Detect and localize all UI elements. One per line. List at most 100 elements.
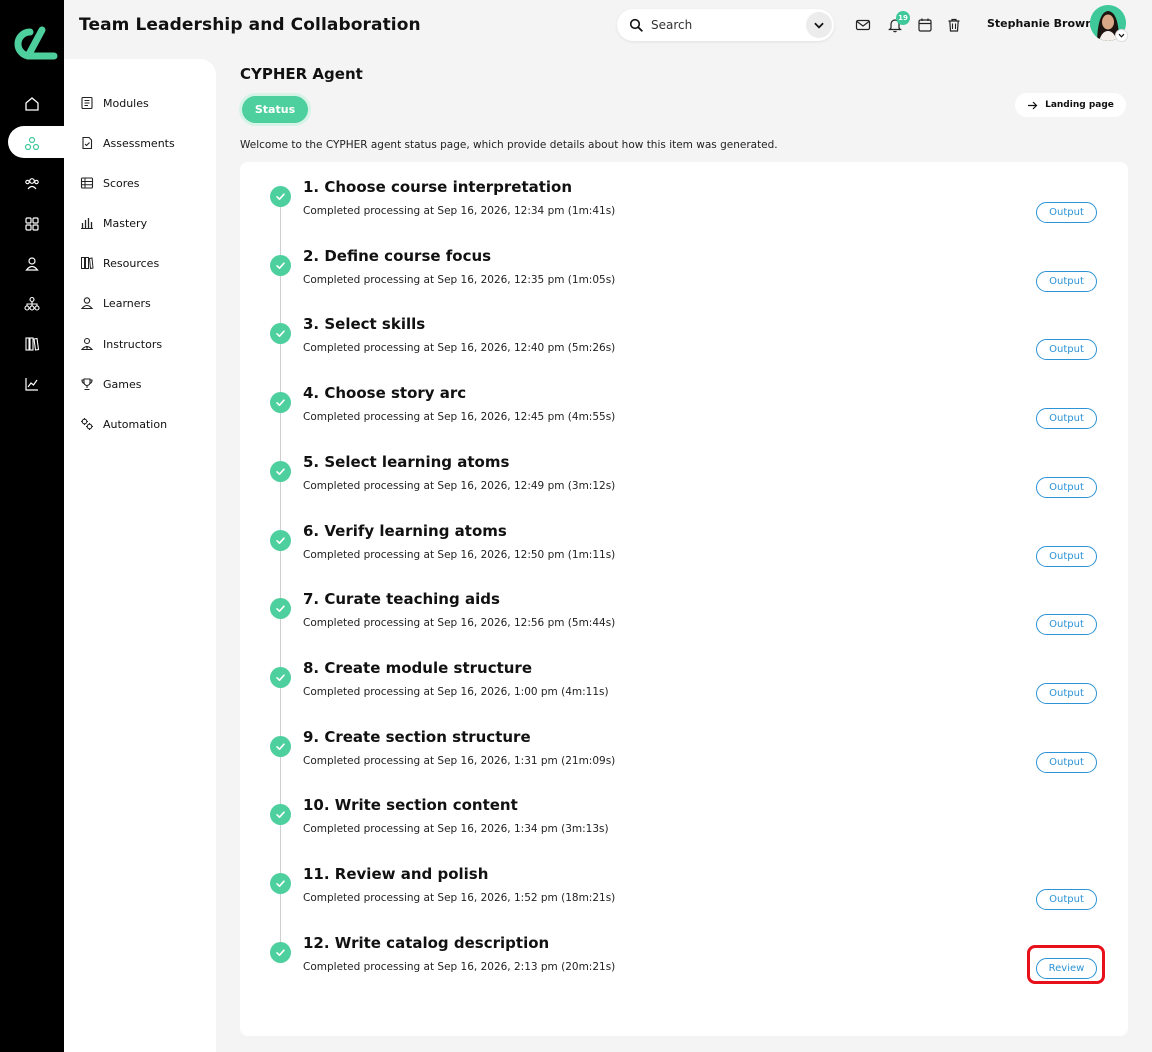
sidebar-item-instructors[interactable]: Instructors <box>80 334 162 354</box>
sidebar-item-modules[interactable]: Modules <box>80 93 149 113</box>
step-item: 8. Create module structure Completed proc… <box>270 659 1110 723</box>
step-item: 9. Create section structure Completed pro… <box>270 728 1110 792</box>
sidebar-item-games[interactable]: Games <box>80 374 141 394</box>
sidebar-item-label: Modules <box>103 96 149 110</box>
output-button[interactable]: Output <box>1036 683 1097 704</box>
sidebar-item-scores[interactable]: Scores <box>80 173 140 193</box>
chevron-down-icon[interactable] <box>1115 29 1128 42</box>
step-detail: Completed processing at Sep 16, 2026, 1:… <box>303 892 616 904</box>
search-input[interactable]: Search <box>617 9 834 41</box>
output-button[interactable]: Output <box>1036 752 1097 773</box>
step-item: 2. Define course focus Completed processi… <box>270 247 1110 311</box>
check-icon <box>270 323 291 344</box>
chevron-down-icon[interactable] <box>806 12 832 38</box>
check-icon <box>270 667 291 688</box>
review-highlight <box>1027 945 1105 984</box>
sidebar-item-mastery[interactable]: Mastery <box>80 213 147 233</box>
sidebar-item-label: Mastery <box>103 216 148 230</box>
person-icon[interactable] <box>0 248 64 280</box>
sidebar-item-label: Resources <box>103 256 160 270</box>
output-button[interactable]: Output <box>1036 546 1097 567</box>
check-icon <box>270 186 291 207</box>
output-button[interactable]: Output <box>1036 271 1097 292</box>
trash-icon[interactable] <box>946 17 962 33</box>
check-icon <box>270 598 291 619</box>
step-title: 2. Define course focus <box>303 247 492 265</box>
sidebar-item-label: Games <box>103 377 142 391</box>
group-icon[interactable] <box>0 168 64 200</box>
check-icon <box>270 255 291 276</box>
step-detail: Completed processing at Sep 16, 2026, 12… <box>303 617 616 629</box>
check-icon <box>270 942 291 963</box>
resources-icon <box>81 257 94 270</box>
network-icon[interactable] <box>0 128 64 160</box>
step-detail: Completed processing at Sep 16, 2026, 12… <box>303 411 616 423</box>
check-icon <box>270 530 291 551</box>
instructors-icon <box>80 337 94 351</box>
step-title: 7. Curate teaching aids <box>303 590 500 608</box>
step-detail: Completed processing at Sep 16, 2026, 2:… <box>303 961 616 973</box>
sidebar-item-automation[interactable]: Automation <box>80 414 167 434</box>
output-button[interactable]: Output <box>1036 408 1097 429</box>
output-button[interactable]: Output <box>1036 202 1097 223</box>
sidebar-item-label: Assessments <box>103 136 175 150</box>
output-button[interactable]: Output <box>1036 889 1097 910</box>
sidebar-item-assessments[interactable]: Assessments <box>80 133 175 153</box>
mastery-icon <box>81 218 93 229</box>
step-title: 12. Write catalog description <box>303 934 550 952</box>
output-button[interactable]: Output <box>1036 477 1097 498</box>
step-detail: Completed processing at Sep 16, 2026, 1:… <box>303 823 609 835</box>
step-detail: Completed processing at Sep 16, 2026, 12… <box>303 480 616 492</box>
step-item: 7. Curate teaching aids Completed process… <box>270 590 1110 654</box>
output-button[interactable]: Output <box>1036 614 1097 635</box>
gears-icon <box>81 418 93 430</box>
step-detail: Completed processing at Sep 16, 2026, 12… <box>303 342 616 354</box>
home-icon[interactable] <box>0 88 64 120</box>
sidebar-item-label: Instructors <box>103 337 163 351</box>
step-detail: Completed processing at Sep 16, 2026, 12… <box>303 205 616 217</box>
step-detail: Completed processing at Sep 16, 2026, 12… <box>303 549 616 561</box>
step-title: 11. Review and polish <box>303 865 489 883</box>
step-item: 1. Choose course interpretation Completed… <box>270 178 1110 242</box>
sidebar-item-resources[interactable]: Resources <box>80 253 159 273</box>
library-icon[interactable] <box>0 328 64 360</box>
sidebar-item-label: Scores <box>103 176 140 190</box>
step-detail: Completed processing at Sep 16, 2026, 1:… <box>303 755 616 767</box>
page-title: CYPHER Agent <box>240 65 363 83</box>
step-title: 4. Choose story arc <box>303 384 467 402</box>
output-button[interactable]: Output <box>1036 339 1097 360</box>
step-title: 3. Select skills <box>303 315 426 333</box>
notification-badge: 19 <box>896 11 910 25</box>
search-icon <box>629 18 643 32</box>
check-icon <box>270 736 291 757</box>
step-item: 10. Write section content Completed proce… <box>270 796 1110 860</box>
sidebar-item-label: Automation <box>103 417 168 431</box>
step-title: 1. Choose course interpretation <box>303 178 573 196</box>
trophy-icon <box>81 378 93 391</box>
check-icon <box>270 873 291 894</box>
app-logo[interactable] <box>8 24 58 64</box>
mail-icon[interactable] <box>855 17 871 33</box>
step-item: 5. Select learning atoms Completed proces… <box>270 453 1110 517</box>
step-item: 11. Review and polish Completed processin… <box>270 865 1110 929</box>
app-title: Team Leadership and Collaboration <box>79 15 421 35</box>
hierarchy-icon[interactable] <box>0 288 64 320</box>
assessments-icon <box>82 136 93 150</box>
step-detail: Completed processing at Sep 16, 2026, 12… <box>303 274 616 286</box>
step-detail: Completed processing at Sep 16, 2026, 1:… <box>303 686 609 698</box>
sidebar-item-label: Learners <box>103 296 151 310</box>
chart-icon[interactable] <box>0 368 64 400</box>
step-title: 10. Write section content <box>303 796 518 814</box>
arrow-right-icon <box>1028 101 1038 109</box>
sidebar-item-learners[interactable]: Learners <box>80 293 151 313</box>
landing-page-button[interactable]: Landing page <box>1015 93 1126 117</box>
check-icon <box>270 461 291 482</box>
calendar-icon[interactable] <box>917 17 933 33</box>
scores-icon <box>80 177 94 189</box>
step-title: 5. Select learning atoms <box>303 453 510 471</box>
step-item: 3. Select skills Completed processing at … <box>270 315 1110 379</box>
sidebar: Modules Assessments Scores Mastery Resou… <box>64 59 216 1052</box>
tab-status[interactable]: Status <box>242 96 308 123</box>
step-title: 8. Create module structure <box>303 659 532 677</box>
grid-icon[interactable] <box>0 208 64 240</box>
